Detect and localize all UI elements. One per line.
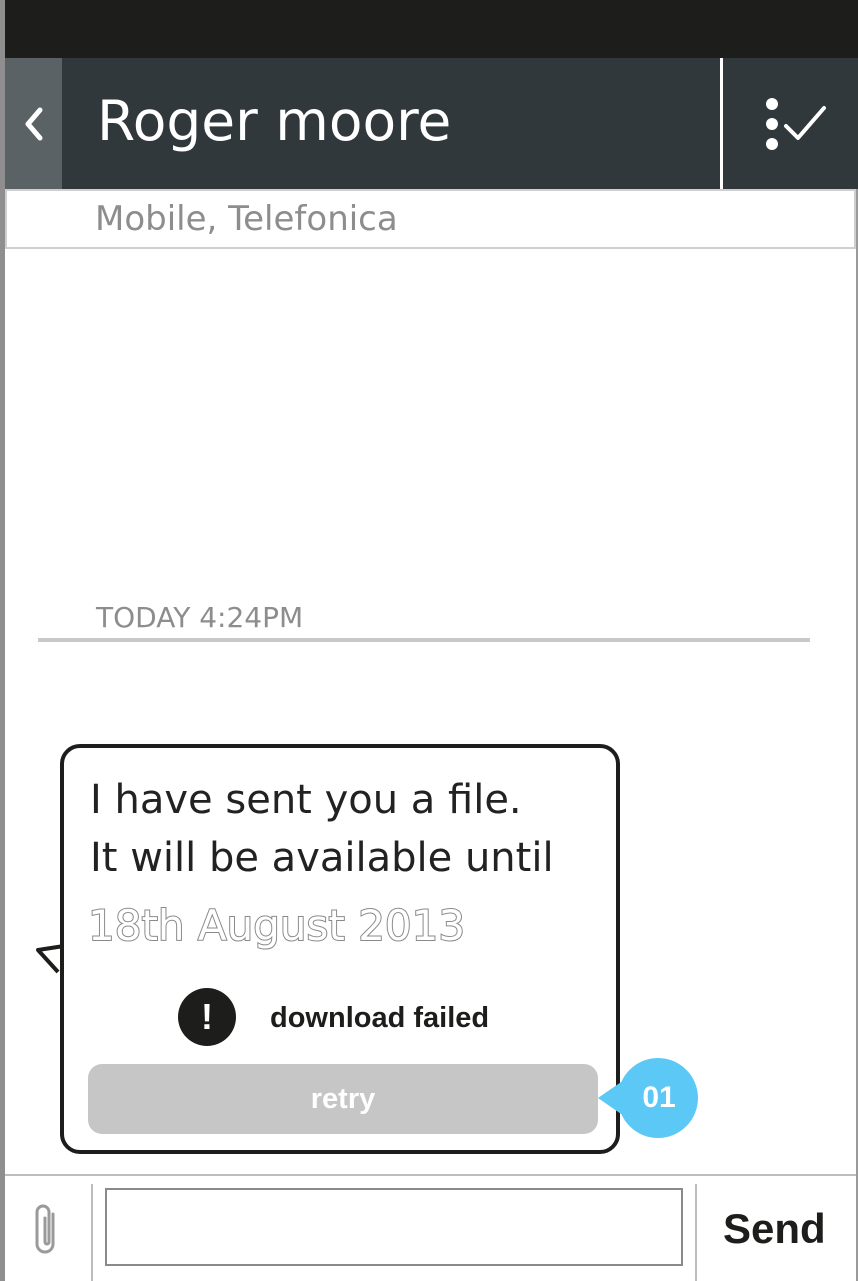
- back-button[interactable]: [5, 58, 62, 189]
- contact-subheader: Mobile, Telefonica: [5, 189, 856, 249]
- composer-divider-right: [695, 1184, 697, 1281]
- exclamation-icon: !: [178, 988, 236, 1046]
- retry-label: retry: [310, 1082, 376, 1115]
- compose-bar: Send: [5, 1174, 856, 1281]
- message-line-1: I have sent you a file.: [90, 777, 522, 823]
- page-title: Roger moore: [97, 89, 452, 153]
- message-timestamp: TODAY 4:24PM: [96, 601, 304, 634]
- message-bubble: I have sent you a file. It will be avail…: [60, 744, 620, 1154]
- sms-screen: Roger moore Mobile, Telefonica TODAY 4:2…: [0, 0, 858, 1281]
- header-bar: Roger moore: [5, 58, 858, 189]
- contact-subtitle: Mobile, Telefonica: [95, 199, 398, 239]
- message-expiry-date: 18th August 2013: [87, 900, 466, 951]
- select-messages-button[interactable]: [725, 58, 858, 189]
- callout-number: 01: [642, 1081, 676, 1114]
- dots-check-icon: [765, 97, 826, 150]
- attach-button[interactable]: [25, 1200, 69, 1260]
- chevron-left-icon: [25, 107, 42, 140]
- retry-button[interactable]: retry: [88, 1064, 598, 1134]
- timestamp-divider: [38, 638, 810, 642]
- paperclip-icon: [35, 1204, 55, 1254]
- message-input[interactable]: [105, 1188, 683, 1266]
- message-line-2: It will be available until: [90, 835, 554, 881]
- download-status: download failed: [270, 1002, 490, 1034]
- annotation-callout: 01: [594, 1056, 702, 1140]
- composer-divider-left: [91, 1184, 93, 1281]
- status-bar: [5, 0, 858, 58]
- send-button[interactable]: Send: [723, 1204, 826, 1254]
- header-divider: [720, 58, 723, 189]
